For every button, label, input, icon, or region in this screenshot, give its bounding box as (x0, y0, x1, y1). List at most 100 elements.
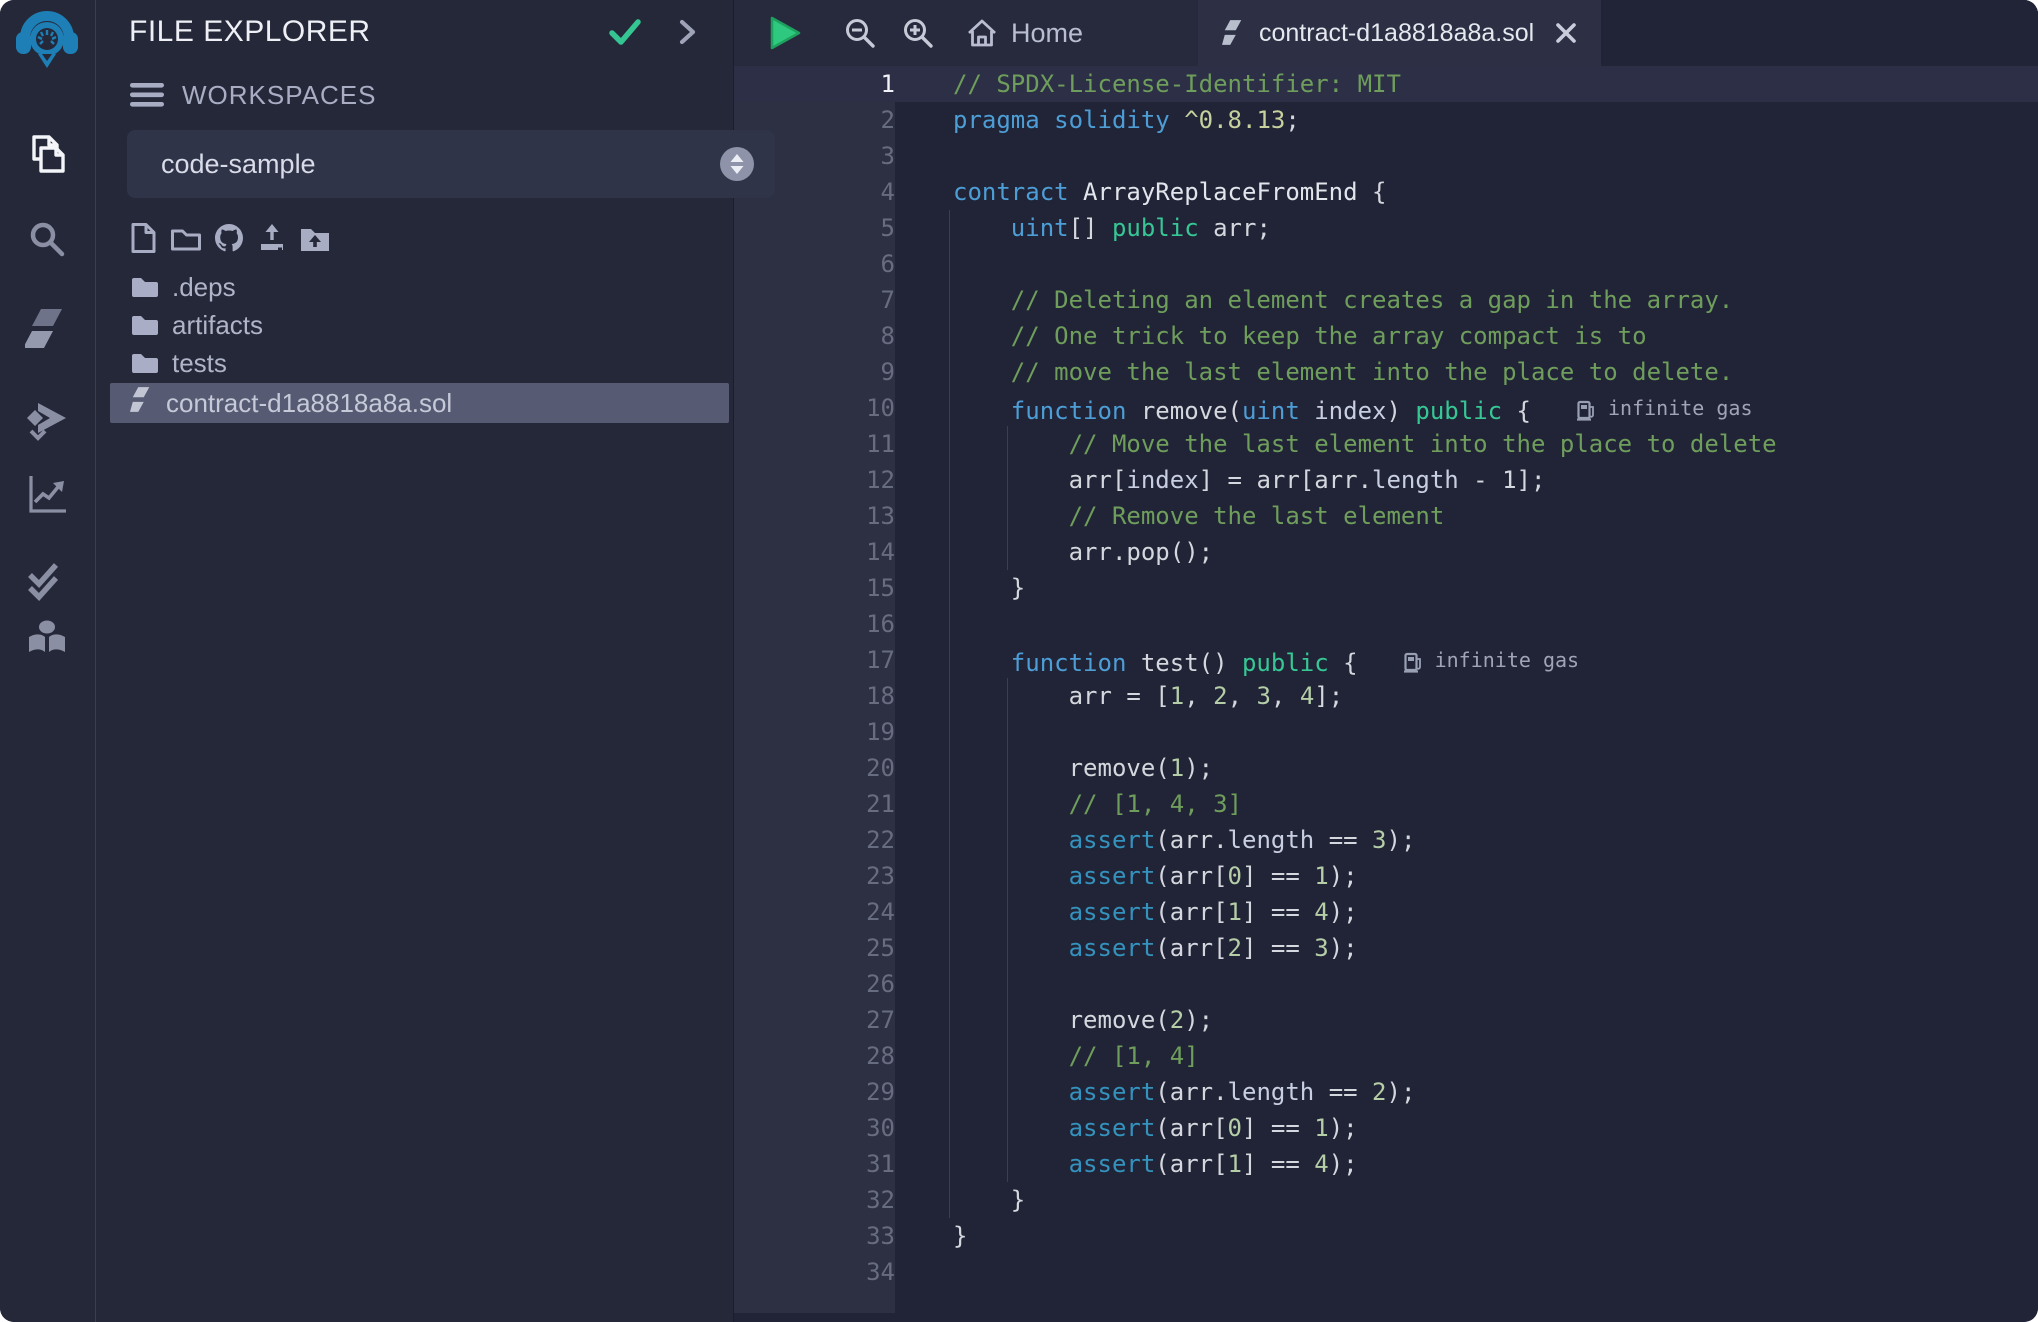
tab-home[interactable]: Home (966, 17, 1083, 49)
code-line[interactable]: 25 assert(arr[2] == 3); (734, 930, 2038, 966)
create-folder-button[interactable] (170, 222, 202, 254)
panel-title: FILE EXPLORER (129, 15, 571, 49)
sidebar-item-solidity-compiler[interactable] (0, 306, 94, 352)
code-line[interactable]: 28 // [1, 4] (734, 1038, 2038, 1074)
indent-guide (1007, 822, 1008, 858)
gas-estimate-label: infinite gas (1608, 390, 1753, 426)
search-icon (25, 217, 69, 261)
code-line[interactable]: 30 assert(arr[0] == 1); (734, 1110, 2038, 1146)
line-number: 20 (734, 750, 947, 786)
run-script-button[interactable] (768, 15, 802, 51)
code-line[interactable]: 11 // Move the last element into the pla… (734, 426, 2038, 462)
code-line[interactable]: 8 // One trick to keep the array compact… (734, 318, 2038, 354)
code-line[interactable]: 27 remove(2); (734, 1002, 2038, 1038)
zoom-out-button[interactable] (842, 15, 878, 51)
workspace-selected-value: code-sample (161, 149, 719, 180)
folder-row[interactable]: tests (96, 344, 733, 382)
clone-github-button[interactable] (213, 222, 245, 254)
code-line[interactable]: 31 assert(arr[1] == 4); (734, 1146, 2038, 1182)
indent-guide (949, 1002, 950, 1038)
code-line[interactable]: 34 (734, 1254, 2038, 1290)
code-line[interactable]: 32 } (734, 1182, 2038, 1218)
workspace-sort-icon (719, 146, 755, 182)
code-line[interactable]: 14 arr.pop(); (734, 534, 2038, 570)
code-line[interactable]: 13 // Remove the last element (734, 498, 2038, 534)
folder-name: .deps (172, 272, 236, 303)
upload-folder-button[interactable] (299, 222, 331, 254)
workspace-select[interactable]: code-sample (127, 130, 775, 198)
deploy-run-icon (24, 397, 70, 443)
editor-topbar: Home contract-d1a8818a8a.sol (734, 0, 2038, 66)
editor-pane: Home contract-d1a8818a8a.sol (733, 0, 2038, 1322)
sidebar-item-learneth[interactable] (0, 615, 94, 661)
code-line[interactable]: 17 function test() public {infinite gas (734, 642, 2038, 678)
sidebar-item-static-analysis[interactable] (0, 471, 94, 517)
line-number: 34 (734, 1254, 947, 1290)
code-line[interactable]: 12 arr[index] = arr[arr.length - 1]; (734, 462, 2038, 498)
code-line[interactable]: 23 assert(arr[0] == 1); (734, 858, 2038, 894)
code-line-content: } (947, 570, 2038, 606)
create-file-button[interactable] (127, 222, 159, 254)
file-row-selected[interactable]: contract-d1a8818a8a.sol (110, 383, 729, 423)
code-line[interactable]: 15 } (734, 570, 2038, 606)
code-line[interactable]: 21 // [1, 4, 3] (734, 786, 2038, 822)
remix-logo[interactable] (0, 8, 94, 74)
sidebar-item-file-explorer[interactable] (0, 131, 94, 177)
code-line[interactable]: 26 (734, 966, 2038, 1002)
sidebar-item-search[interactable] (0, 217, 94, 261)
code-line[interactable]: 18 arr = [1, 2, 3, 4]; (734, 678, 2038, 714)
indent-guide (949, 462, 950, 498)
gas-estimate-label: infinite gas (1435, 642, 1580, 678)
code-line-content: // [1, 4, 3] (947, 786, 2038, 822)
code-editor[interactable]: 1// SPDX-License-Identifier: MIT2pragma … (734, 66, 2038, 1322)
code-line[interactable]: 4contract ArrayReplaceFromEnd { (734, 174, 2038, 210)
code-line[interactable]: 1// SPDX-License-Identifier: MIT (734, 66, 2038, 102)
code-line[interactable]: 3 (734, 138, 2038, 174)
zoom-in-button[interactable] (900, 15, 936, 51)
new-file-icon (129, 222, 157, 254)
code-line[interactable]: 24 assert(arr[1] == 4); (734, 894, 2038, 930)
code-line[interactable]: 22 assert(arr.length == 3); (734, 822, 2038, 858)
indent-guide (1007, 714, 1008, 750)
file-explorer-panel: FILE EXPLORER WORKSPACES (96, 0, 733, 1322)
indent-guide (949, 786, 950, 822)
code-line[interactable]: 2pragma solidity ^0.8.13; (734, 102, 2038, 138)
indent-guide (949, 534, 950, 570)
folder-row[interactable]: .deps (96, 268, 733, 306)
gas-pump-icon (1577, 400, 1597, 422)
code-line[interactable]: 19 (734, 714, 2038, 750)
expand-panel-button[interactable] (679, 19, 697, 45)
code-line-content: arr = [1, 2, 3, 4]; (947, 678, 2038, 714)
code-line-content: arr[index] = arr[arr.length - 1]; (947, 462, 2038, 498)
code-line-content: // Move the last element into the place … (947, 426, 2038, 462)
code-line-content (947, 606, 2038, 642)
code-line[interactable]: 10 function remove(uint index) public {i… (734, 390, 2038, 426)
indent-guide (949, 714, 950, 750)
tab-close-button[interactable] (1555, 22, 1577, 44)
code-line-content (947, 966, 2038, 1002)
tab-title: contract-d1a8818a8a.sol (1259, 19, 1534, 48)
solidity-file-icon (130, 385, 152, 422)
code-line[interactable]: 20 remove(1); (734, 750, 2038, 786)
code-line[interactable]: 7 // Deleting an element creates a gap i… (734, 282, 2038, 318)
code-line[interactable]: 33} (734, 1218, 2038, 1254)
code-line[interactable]: 9 // move the last element into the plac… (734, 354, 2038, 390)
workspaces-menu-button[interactable] (129, 81, 165, 109)
code-line[interactable]: 5 uint[] public arr; (734, 210, 2038, 246)
zoom-in-icon (900, 15, 936, 51)
github-icon (213, 222, 245, 254)
code-line[interactable]: 6 (734, 246, 2038, 282)
indent-guide (949, 678, 950, 714)
tab-active-file[interactable]: contract-d1a8818a8a.sol (1198, 0, 1601, 66)
sidebar-item-deploy-run[interactable] (0, 397, 94, 443)
folder-row[interactable]: artifacts (96, 306, 733, 344)
line-number: 5 (734, 210, 947, 246)
indent-guide (949, 282, 950, 318)
sidebar-item-unit-testing[interactable] (0, 558, 94, 604)
code-line[interactable]: 29 assert(arr.length == 2); (734, 1074, 2038, 1110)
code-line-content (947, 138, 2038, 174)
accept-button[interactable] (609, 18, 641, 46)
upload-file-button[interactable] (256, 222, 288, 254)
static-analysis-icon (24, 471, 70, 517)
code-line[interactable]: 16 (734, 606, 2038, 642)
